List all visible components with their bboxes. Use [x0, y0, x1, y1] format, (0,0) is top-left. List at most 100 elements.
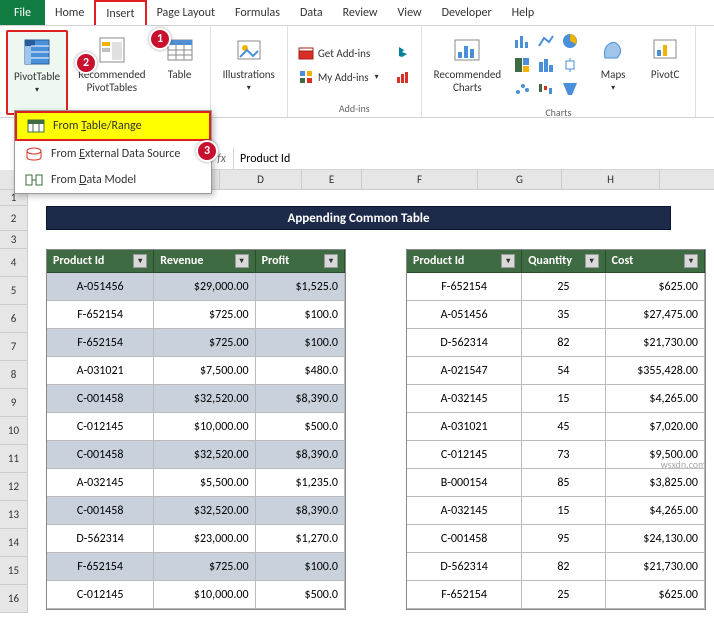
table-cell[interactable]: F-652154 — [47, 553, 154, 581]
table-cell[interactable]: D-562314 — [407, 553, 522, 581]
dropdown-from-external[interactable]: From External Data Source — [15, 141, 211, 167]
table-cell[interactable]: $4,265.00 — [606, 385, 705, 413]
table-cell[interactable]: 35 — [522, 301, 605, 329]
t1-hdr-profit[interactable]: Profit▾ — [256, 250, 345, 273]
table-cell[interactable]: A-031021 — [47, 357, 154, 385]
filter-arrow-icon[interactable]: ▾ — [501, 254, 515, 268]
treemap-chart-icon[interactable] — [513, 56, 535, 78]
menu-tab-developer[interactable]: Developer — [432, 0, 502, 25]
row-4[interactable]: 4 — [0, 249, 28, 277]
menu-tab-insert[interactable]: Insert — [94, 0, 146, 25]
row-10[interactable]: 10 — [0, 417, 28, 445]
table-cell[interactable]: 54 — [522, 357, 605, 385]
table-cell[interactable]: C-012145 — [47, 581, 154, 609]
table-cell[interactable]: 15 — [522, 497, 605, 525]
row-8[interactable]: 8 — [0, 361, 28, 389]
table-cell[interactable]: $8,390.0 — [256, 441, 345, 469]
table-cell[interactable]: $21,730.00 — [606, 553, 705, 581]
t1-hdr-productid[interactable]: Product Id▾ — [47, 250, 154, 273]
row-16[interactable]: 16 — [0, 585, 28, 613]
table-cell[interactable]: $27,475.00 — [606, 301, 705, 329]
table-cell[interactable]: $24,130.00 — [606, 525, 705, 553]
col-g[interactable]: G — [478, 170, 562, 189]
waterfall-chart-icon[interactable] — [537, 80, 559, 102]
menu-tab-view[interactable]: View — [388, 0, 432, 25]
table-cell[interactable]: C-001458 — [47, 497, 154, 525]
bing-maps-addin-button[interactable] — [391, 43, 415, 63]
table-cell[interactable]: A-031021 — [407, 413, 522, 441]
table-cell[interactable]: F-652154 — [47, 301, 154, 329]
funnel-chart-icon[interactable] — [561, 80, 583, 102]
table-cell[interactable]: $100.0 — [256, 301, 345, 329]
filter-arrow-icon[interactable]: ▾ — [585, 254, 599, 268]
scatter-chart-icon[interactable] — [513, 80, 535, 102]
table-cell[interactable]: A-021547 — [407, 357, 522, 385]
t2-hdr-cost[interactable]: Cost▾ — [606, 250, 705, 273]
col-h[interactable]: H — [562, 170, 660, 189]
table-cell[interactable]: F-652154 — [407, 581, 522, 609]
table-cell[interactable]: $1,235.0 — [256, 469, 345, 497]
histogram-chart-icon[interactable] — [537, 56, 559, 78]
table-cell[interactable]: $8,390.0 — [256, 385, 345, 413]
pie-chart-icon[interactable] — [561, 32, 583, 54]
table-cell[interactable]: A-051456 — [407, 301, 522, 329]
table-cell[interactable]: C-001458 — [47, 441, 154, 469]
t1-hdr-revenue[interactable]: Revenue▾ — [154, 250, 255, 273]
table-cell[interactable]: $1,270.0 — [256, 525, 345, 553]
table-cell[interactable]: $32,520.00 — [154, 497, 255, 525]
col-d[interactable]: D — [220, 170, 302, 189]
table-cell[interactable]: $725.00 — [154, 553, 255, 581]
table-cell[interactable]: B-000154 — [407, 469, 522, 497]
table-cell[interactable]: $625.00 — [606, 273, 705, 301]
table-cell[interactable]: A-032145 — [47, 469, 154, 497]
table-cell[interactable]: D-562314 — [47, 525, 154, 553]
table-cell[interactable]: $32,520.00 — [154, 385, 255, 413]
table-cell[interactable]: $355,428.00 — [606, 357, 705, 385]
table-cell[interactable]: $8,390.0 — [256, 497, 345, 525]
table-cell[interactable]: $21,730.00 — [606, 329, 705, 357]
table-cell[interactable]: A-051456 — [47, 273, 154, 301]
filter-arrow-icon[interactable]: ▾ — [133, 254, 147, 268]
table-cell[interactable]: $7,020.00 — [606, 413, 705, 441]
table-cell[interactable]: $5,500.00 — [154, 469, 255, 497]
row-9[interactable]: 9 — [0, 389, 28, 417]
table-cell[interactable]: F-652154 — [47, 329, 154, 357]
row-7[interactable]: 7 — [0, 333, 28, 361]
table-cell[interactable]: 85 — [522, 469, 605, 497]
illustrations-button[interactable]: Illustrations ▾ — [217, 30, 281, 115]
recommended-charts-button[interactable]: Recommended Charts — [428, 30, 507, 104]
people-graph-addin-button[interactable] — [391, 67, 415, 87]
filter-arrow-icon[interactable]: ▾ — [235, 254, 249, 268]
table-cell[interactable]: $10,000.00 — [154, 413, 255, 441]
table-cell[interactable]: F-652154 — [407, 273, 522, 301]
my-addins-button[interactable]: My Add-ins ▾ — [294, 67, 383, 87]
table-cell[interactable]: C-012145 — [407, 441, 522, 469]
row-3[interactable]: 3 — [0, 231, 28, 249]
table-cell[interactable]: $7,500.00 — [154, 357, 255, 385]
menu-tab-help[interactable]: Help — [502, 0, 545, 25]
table-cell[interactable]: $100.0 — [256, 329, 345, 357]
row-2[interactable]: 2 — [0, 206, 28, 231]
table-cell[interactable]: D-562314 — [407, 329, 522, 357]
t2-hdr-productid[interactable]: Product Id▾ — [407, 250, 522, 273]
filter-arrow-icon[interactable]: ▾ — [684, 254, 698, 268]
table-cell[interactable]: C-012145 — [47, 413, 154, 441]
row-6[interactable]: 6 — [0, 305, 28, 333]
col-f[interactable]: F — [362, 170, 478, 189]
pivottable-button[interactable]: PivotTable ▾ — [6, 30, 68, 115]
table-cell[interactable]: 95 — [522, 525, 605, 553]
table-cell[interactable]: $725.00 — [154, 329, 255, 357]
table-cell[interactable]: $3,825.00 — [606, 469, 705, 497]
table-cell[interactable]: $625.00 — [606, 581, 705, 609]
row-13[interactable]: 13 — [0, 501, 28, 529]
table-cell[interactable]: C-001458 — [407, 525, 522, 553]
table-cell[interactable]: $480.0 — [256, 357, 345, 385]
table-cell[interactable]: $32,520.00 — [154, 441, 255, 469]
table-cell[interactable]: A-032145 — [407, 385, 522, 413]
get-addins-button[interactable]: Get Add-ins — [294, 43, 383, 63]
table-cell[interactable]: 82 — [522, 553, 605, 581]
table-cell[interactable]: 15 — [522, 385, 605, 413]
col-e[interactable]: E — [302, 170, 362, 189]
line-chart-icon[interactable] — [537, 32, 559, 54]
table-cell[interactable]: $4,265.00 — [606, 497, 705, 525]
